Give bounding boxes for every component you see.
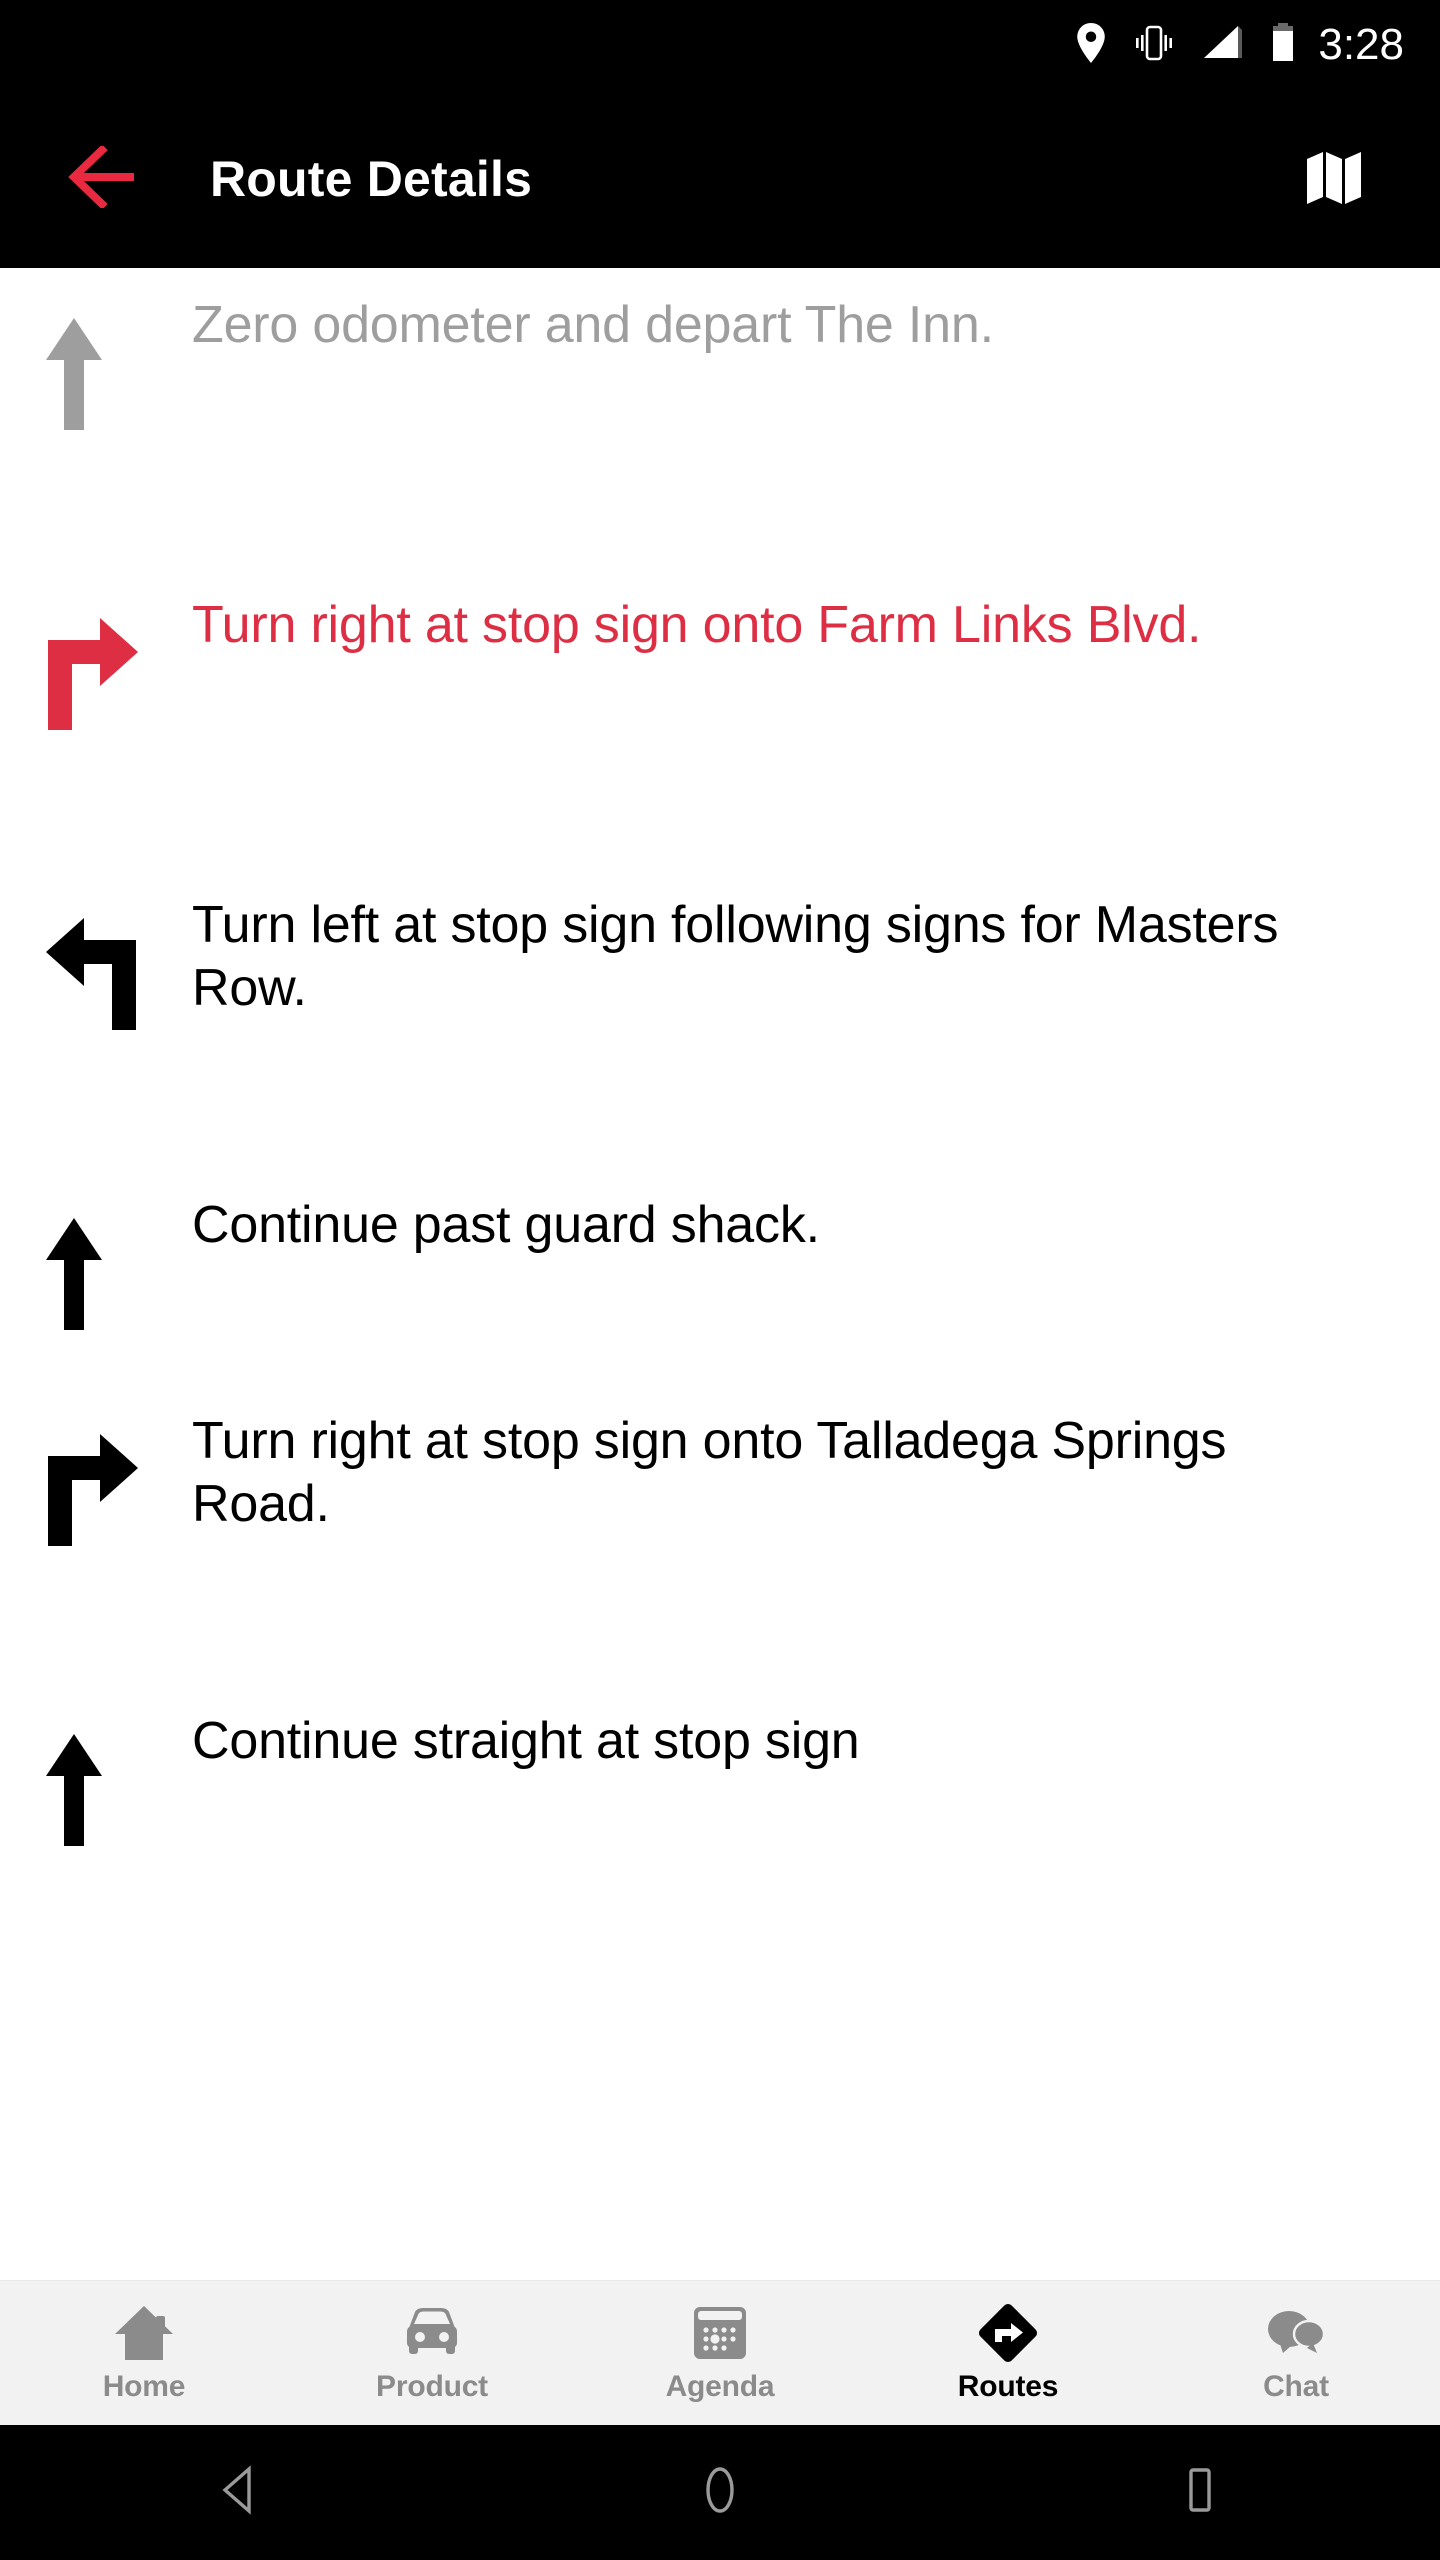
- system-home-button[interactable]: [640, 2425, 800, 2560]
- direction-step[interactable]: Turn right at stop sign onto Farm Links …: [0, 568, 1440, 868]
- back-button[interactable]: [46, 119, 166, 239]
- direction-step[interactable]: Zero odometer and depart The Inn.: [0, 268, 1440, 568]
- step-icon-wrap: [42, 1168, 192, 1339]
- arrow-turn-right-icon: [42, 1430, 142, 1555]
- arrow-turn-left-icon: [42, 914, 142, 1039]
- arrow-straight-icon: [42, 314, 106, 439]
- chat-bubbles-icon: [1265, 2302, 1327, 2364]
- calendar-icon: [692, 2302, 748, 2364]
- car-icon: [401, 2302, 463, 2364]
- bottom-tab-bar: Home Product Agenda Routes Chat: [0, 2280, 1440, 2425]
- step-text: Turn right at stop sign onto Talladega S…: [192, 1412, 1227, 1534]
- back-triangle-icon: [217, 2465, 263, 2520]
- tab-chat[interactable]: Chat: [1152, 2281, 1440, 2426]
- arrow-straight-icon: [42, 1730, 106, 1855]
- home-icon: [113, 2302, 175, 2364]
- step-text: Continue straight at stop sign: [192, 1712, 860, 1770]
- map-icon: [1298, 141, 1370, 218]
- vibrate-icon: [1132, 24, 1176, 67]
- directions-list[interactable]: Zero odometer and depart The Inn. Turn r…: [0, 268, 1440, 2282]
- direction-step[interactable]: Turn right at stop sign onto Talladega S…: [0, 1384, 1440, 1684]
- tab-label: Product: [376, 2370, 488, 2403]
- app-bar: Route Details: [0, 90, 1440, 268]
- directions-icon: [977, 2302, 1039, 2364]
- system-recents-button[interactable]: [1120, 2425, 1280, 2560]
- arrow-turn-right-icon: [42, 614, 142, 739]
- step-text: Continue past guard shack.: [192, 1196, 820, 1254]
- tab-label: Agenda: [665, 2370, 775, 2403]
- direction-step[interactable]: Turn left at stop sign following signs f…: [0, 868, 1440, 1168]
- step-icon-wrap: [42, 268, 192, 439]
- system-back-button[interactable]: [160, 2425, 320, 2560]
- tab-home[interactable]: Home: [0, 2281, 288, 2426]
- step-text: Zero odometer and depart The Inn.: [192, 296, 994, 354]
- step-icon-wrap: [42, 568, 192, 739]
- step-icon-wrap: [42, 868, 192, 1039]
- tab-label: Routes: [957, 2370, 1059, 2403]
- status-bar-clock: 3:28: [1318, 20, 1404, 69]
- battery-icon: [1270, 22, 1296, 68]
- recents-square-icon: [1181, 2466, 1219, 2519]
- map-button[interactable]: [1284, 129, 1384, 229]
- tab-routes[interactable]: Routes: [864, 2281, 1152, 2426]
- status-bar: 3:28: [0, 0, 1440, 90]
- direction-step[interactable]: Continue past guard shack.: [0, 1168, 1440, 1384]
- back-arrow-icon: [66, 143, 146, 213]
- android-system-nav: [0, 2425, 1440, 2560]
- step-icon-wrap: [42, 1684, 192, 1855]
- step-text: Turn right at stop sign onto Farm Links …: [192, 596, 1202, 654]
- phone-screen: 3:28 Route Details Zero odometer and dep…: [0, 0, 1440, 2560]
- tab-agenda[interactable]: Agenda: [576, 2281, 864, 2426]
- status-bar-icons: [1076, 22, 1296, 68]
- step-text: Turn left at stop sign following signs f…: [192, 896, 1279, 1018]
- page-title: Route Details: [210, 151, 533, 207]
- tab-product[interactable]: Product: [288, 2281, 576, 2426]
- tab-label: Chat: [1263, 2370, 1329, 2403]
- signal-icon: [1202, 24, 1244, 67]
- home-circle-icon: [698, 2464, 742, 2521]
- arrow-straight-icon: [42, 1214, 106, 1339]
- tab-label: Home: [102, 2370, 186, 2403]
- step-icon-wrap: [42, 1384, 192, 1555]
- direction-step[interactable]: Continue straight at stop sign: [0, 1684, 1440, 1984]
- location-pin-icon: [1076, 22, 1106, 68]
